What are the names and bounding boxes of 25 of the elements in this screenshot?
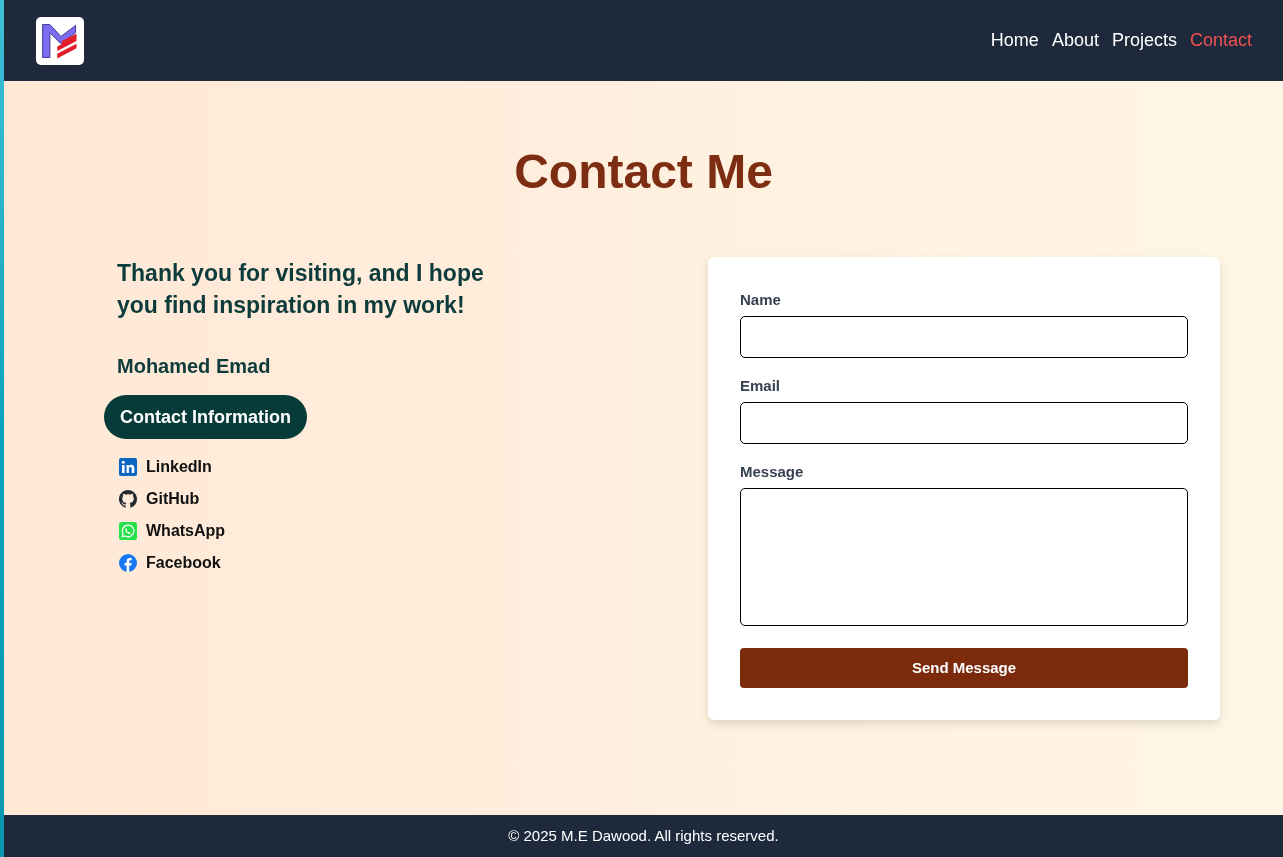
field-label: Message — [740, 462, 804, 482]
send-message-button[interactable]: Send Message — [740, 648, 1188, 688]
logo-icon[interactable] — [36, 16, 84, 65]
field-label: Email — [740, 376, 781, 396]
message-field[interactable] — [740, 488, 1188, 626]
facebook-icon — [119, 554, 137, 572]
social-link[interactable]: LinkedIn — [104, 451, 226, 483]
nav-link[interactable]: Contact — [1189, 27, 1252, 54]
social-link[interactable]: WhatsApp — [104, 515, 226, 547]
github-icon — [119, 490, 137, 508]
nav-link[interactable]: About — [1051, 27, 1099, 54]
input-field[interactable] — [740, 402, 1188, 444]
social-link[interactable]: Facebook — [104, 547, 226, 579]
page-title: Contact Me — [513, 144, 774, 200]
linkedin-icon — [119, 458, 137, 476]
intro-message: Thank you for visiting, and I hope you find inspiration in my work! — [116, 259, 485, 320]
author-name: Mohamed Emad — [116, 354, 271, 379]
nav-link[interactable]: Projects — [1111, 27, 1177, 54]
whatsapp-icon — [119, 522, 137, 540]
social-link[interactable]: GitHub — [104, 483, 226, 515]
contact-information-button[interactable]: Contact Information — [104, 395, 307, 439]
nav-link[interactable]: Home — [990, 27, 1039, 54]
field-label: Name — [740, 290, 781, 310]
input-field[interactable] — [740, 316, 1188, 358]
copyright-text: © 2025 M.E Dawood. All rights reserved. — [508, 825, 779, 846]
